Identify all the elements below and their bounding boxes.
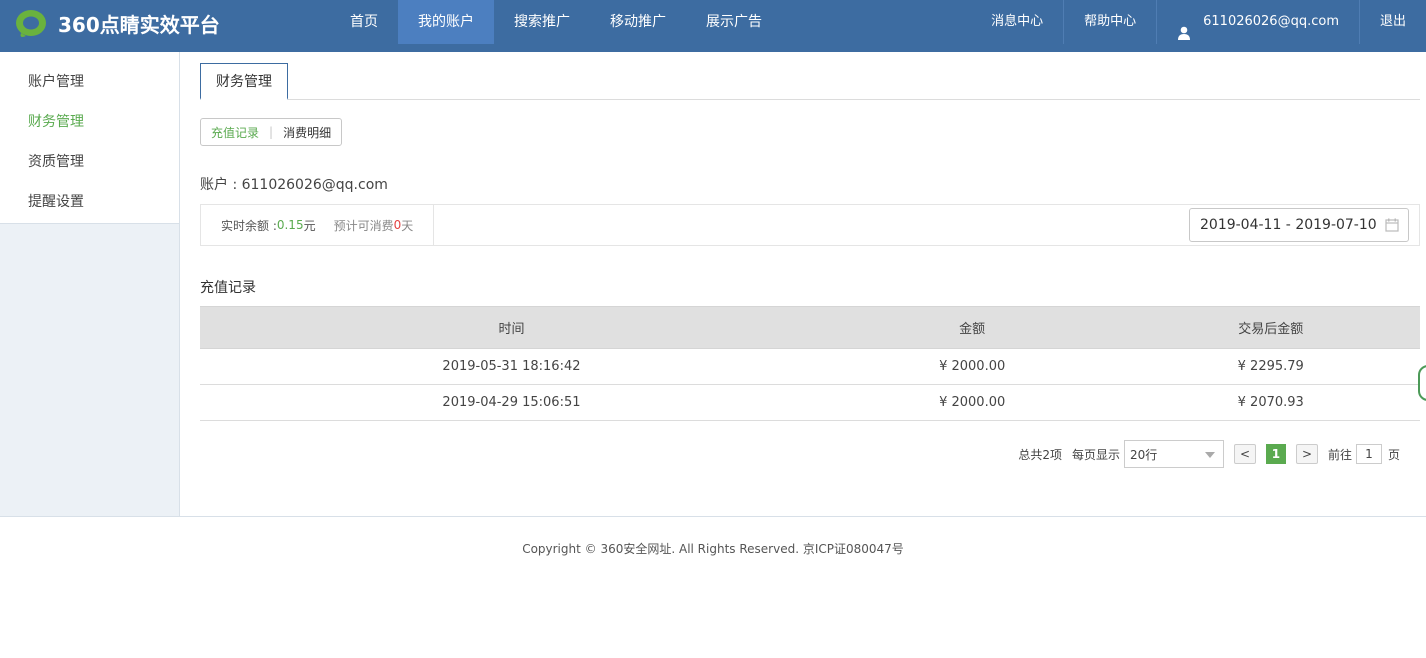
goto-label: 前往: [1327, 447, 1352, 462]
user-icon: [1177, 15, 1191, 40]
chevron-down-icon: [1204, 452, 1215, 458]
calendar-icon[interactable]: [1385, 218, 1399, 232]
balance-unit: 元: [303, 218, 316, 233]
segment-divider: |: [269, 125, 274, 139]
table-row: 2019-05-31 18:16:42 ¥ 2000.00 ¥ 2295.79: [200, 348, 1420, 385]
sidebar-item-reminders[interactable]: 提醒设置: [0, 182, 179, 222]
per-page-label: 每页显示: [1071, 447, 1120, 462]
total-count: 总共2项: [1018, 447, 1062, 462]
record-type-switch: 充值记录 | 消费明细: [200, 118, 343, 146]
logo-text: 360点睛实效平台: [58, 12, 220, 37]
table-header-row: 时间 金额 交易后金额: [200, 306, 1420, 349]
nav-my-account[interactable]: 我的账户: [398, 0, 494, 44]
account-label: 账户 : 611026026@qq.com: [200, 177, 388, 193]
pagination: 总共2项 每页显示 20行 < 1 > 前往 1 页: [1018, 440, 1420, 468]
per-page-value: 20行: [1129, 447, 1158, 462]
floating-side-button[interactable]: [1418, 365, 1426, 401]
cell-time: 2019-04-29 15:06:51: [200, 384, 823, 421]
main-nav: 首页 我的账户 搜索推广 移动推广 展示广告: [330, 0, 782, 44]
help-center-link[interactable]: 帮助中心: [1063, 0, 1156, 44]
logo-icon: [14, 6, 48, 40]
top-bar: 360点睛实效平台 首页 我的账户 搜索推广 移动推广 展示广告 消息中心 帮助…: [0, 0, 1426, 52]
balance-label: 实时余额 :: [221, 218, 277, 233]
nav-search-promotion[interactable]: 搜索推广: [494, 0, 590, 44]
nav-home[interactable]: 首页: [330, 0, 398, 44]
section-title: 充值记录: [200, 280, 256, 296]
per-page-select[interactable]: 20行: [1123, 440, 1224, 468]
forecast-days: 0: [393, 218, 402, 232]
goto-page-input[interactable]: 1: [1355, 444, 1382, 464]
page-suffix: 页: [1387, 447, 1400, 462]
tab-finance[interactable]: 财务管理: [200, 63, 288, 100]
column-header-amount: 金额: [822, 306, 1122, 349]
cell-amount: ¥ 2000.00: [822, 384, 1122, 421]
forecast-prefix: 预计可消费: [333, 218, 394, 233]
logo[interactable]: 360点睛实效平台: [14, 6, 220, 40]
cell-balance-after: ¥ 2070.93: [1121, 384, 1420, 421]
user-menu[interactable]: 611026026@qq.com: [1156, 0, 1359, 44]
cell-amount: ¥ 2000.00: [822, 348, 1122, 385]
logout-link[interactable]: 退出: [1358, 0, 1426, 44]
balance-bar: 实时余额 : 0.15 元 预计可消费 0 天 2019-04-11 - 201…: [200, 204, 1420, 246]
date-range-picker[interactable]: 2019-04-11 - 2019-07-10: [1189, 208, 1409, 242]
prev-page-button[interactable]: <: [1233, 444, 1256, 464]
top-right-menu: 消息中心 帮助中心 611026026@qq.com 退出: [971, 0, 1426, 44]
recharge-table: 时间 金额 交易后金额 2019-05-31 18:16:42 ¥ 2000.0…: [200, 306, 1420, 421]
sidebar-item-qualification[interactable]: 资质管理: [0, 142, 179, 182]
footer-copyright: Copyright © 360安全网址. All Rights Reserved…: [522, 542, 904, 556]
nav-display-ads[interactable]: 展示广告: [686, 0, 782, 44]
cell-balance-after: ¥ 2295.79: [1121, 348, 1420, 385]
next-page-button[interactable]: >: [1295, 444, 1318, 464]
sidebar-item-finance[interactable]: 财务管理: [0, 102, 179, 142]
recharge-records-tab[interactable]: 充值记录: [211, 124, 259, 141]
footer-divider: [0, 516, 1426, 517]
consumption-details-tab[interactable]: 消费明细: [283, 124, 331, 141]
forecast-suffix: 天: [401, 218, 414, 233]
nav-mobile-promotion[interactable]: 移动推广: [590, 0, 686, 44]
cell-time: 2019-05-31 18:16:42: [200, 348, 823, 385]
sidebar-menu: 账户管理 财务管理 资质管理 提醒设置: [0, 52, 179, 224]
balance-summary: 实时余额 : 0.15 元 预计可消费 0 天: [201, 205, 435, 245]
current-page[interactable]: 1: [1265, 444, 1286, 464]
table-row: 2019-04-29 15:06:51 ¥ 2000.00 ¥ 2070.93: [200, 384, 1420, 421]
tab-bar: 财务管理: [200, 63, 1420, 100]
balance-value: 0.15: [276, 218, 304, 232]
sidebar-item-account[interactable]: 账户管理: [0, 62, 179, 102]
message-center-link[interactable]: 消息中心: [971, 0, 1063, 44]
column-header-time: 时间: [200, 306, 823, 349]
date-range-value: 2019-04-11 - 2019-07-10: [1200, 217, 1377, 233]
user-email: 611026026@qq.com: [1203, 14, 1339, 29]
sidebar: 账户管理 财务管理 资质管理 提醒设置: [0, 52, 180, 517]
column-header-balance-after: 交易后金额: [1121, 306, 1420, 349]
